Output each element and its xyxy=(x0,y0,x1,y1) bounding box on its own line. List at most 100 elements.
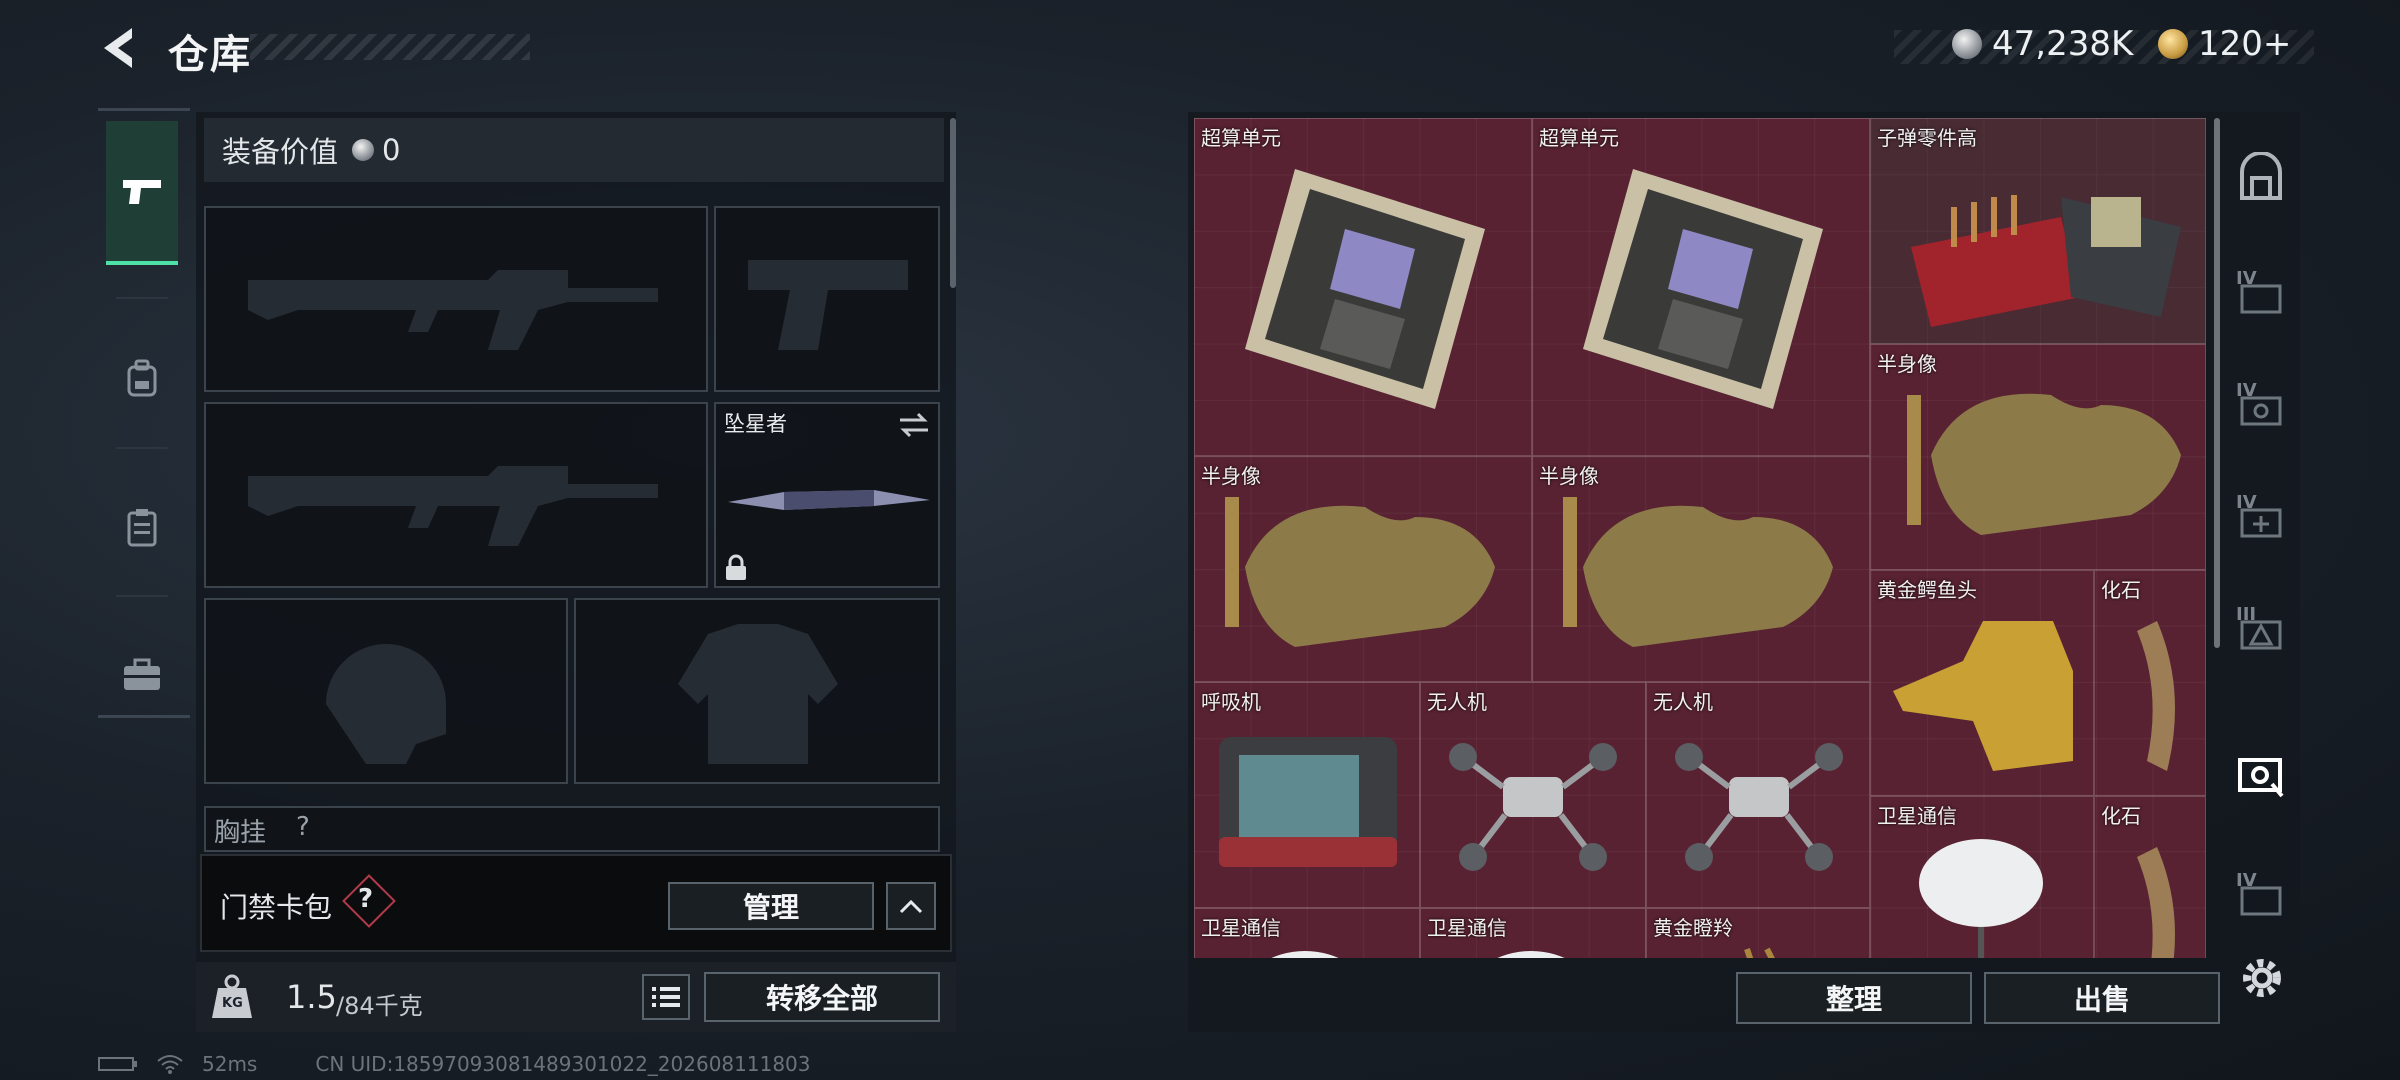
chest-rig-label: 胸挂 xyxy=(214,818,267,848)
storage-grid: 超算单元 超算单元 子弹零件高 半身像 半身像 半身像 黄金鳄鱼头 化石 呼吸机… xyxy=(1194,118,2206,958)
rail-divider xyxy=(116,297,168,299)
weight-unit-badge: KG xyxy=(222,996,243,1011)
collapse-button[interactable] xyxy=(886,882,936,930)
page-title: 仓库 xyxy=(168,32,252,78)
tab-weapons[interactable] xyxy=(106,121,178,265)
left-category-rail xyxy=(98,108,190,718)
tab-case[interactable] xyxy=(106,605,178,745)
clipboard-icon xyxy=(127,509,157,547)
primary-weapon-slot-1[interactable] xyxy=(204,206,708,392)
tab-backpack[interactable] xyxy=(106,309,178,449)
storage-item[interactable]: 半身像 xyxy=(1532,456,1870,682)
equipment-value-bar: 装备价值 0 xyxy=(204,118,944,182)
gold-gazelle-icon xyxy=(1744,947,1775,958)
max-weight: /84千克 xyxy=(336,992,423,1020)
manage-button[interactable]: 管理 xyxy=(668,882,874,930)
capacity-bar: KG 1.5 /84千克 转移全部 xyxy=(196,962,956,1032)
item-name: 无人机 xyxy=(1653,690,1713,714)
melee-slot[interactable]: 坠星者 xyxy=(714,402,940,588)
armor-silhouette-icon xyxy=(678,624,838,764)
item-name: 超算单元 xyxy=(1201,126,1281,150)
storage-item[interactable]: 黄金鳄鱼头 xyxy=(1870,570,2094,796)
primary-weapon-slot-2[interactable] xyxy=(204,402,708,588)
storage-item[interactable]: 呼吸机 xyxy=(1194,682,1420,908)
sort-button[interactable]: 整理 xyxy=(1736,972,1972,1024)
keycard-pack-help[interactable]: ? xyxy=(358,884,373,914)
keycard-pack-label: 门禁卡包 xyxy=(220,891,333,924)
safe-box-active-icon xyxy=(2238,758,2284,798)
gold-triangle-coin-icon xyxy=(2158,29,2188,59)
pistol-silhouette-icon xyxy=(748,260,908,350)
item-name: 半身像 xyxy=(1877,352,1937,376)
equipment-value-label: 装备价值 xyxy=(222,135,339,169)
equipment-value: 0 xyxy=(382,133,401,167)
gold-crocodile-head-icon xyxy=(1893,621,2073,771)
storage-item[interactable]: 无人机 xyxy=(1646,682,1870,908)
fossil-claw-icon xyxy=(2137,621,2175,771)
storage-item[interactable]: 半身像 xyxy=(1194,456,1532,682)
storage-item[interactable]: 化石 xyxy=(2094,570,2206,796)
circuit-board-icon xyxy=(1245,169,1485,409)
current-weight: 1.5 xyxy=(286,978,337,1016)
chest-rig-slot[interactable]: 胸挂 ? xyxy=(204,806,940,852)
storage-item[interactable]: 半身像 xyxy=(1870,344,2206,570)
storage-tab-4-icon[interactable]: IV xyxy=(2236,268,2286,318)
storage-scrollbar[interactable] xyxy=(2214,118,2220,648)
weight-icon: KG xyxy=(210,974,254,1020)
bust-statue-icon xyxy=(1907,393,2181,535)
loadout-scrollbar[interactable] xyxy=(950,118,956,288)
item-name: 卫星通信 xyxy=(1201,916,1281,940)
back-button[interactable] xyxy=(98,24,142,72)
storage-item[interactable]: 无人机 xyxy=(1420,682,1646,908)
storage-item[interactable]: 卫星通信 xyxy=(1420,908,1646,958)
keycard-pack-bar: 门禁卡包 ? 管理 xyxy=(200,854,952,952)
sidearm-slot[interactable] xyxy=(714,206,940,392)
storage-item[interactable]: 黄金瞪羚 xyxy=(1646,908,1870,958)
list-icon xyxy=(652,987,680,1007)
status-bar: 52ms CN UID:18597093081489301022_2026081… xyxy=(98,1052,811,1076)
storage-tab-4-safe-icon[interactable]: IV xyxy=(2236,380,2286,430)
storage-tab-4b-icon[interactable]: IV xyxy=(2236,870,2286,920)
tab-level-label: IV xyxy=(2236,870,2257,891)
transfer-all-button[interactable]: 转移全部 xyxy=(704,972,940,1022)
list-view-button[interactable] xyxy=(642,974,690,1020)
settings-button[interactable] xyxy=(2238,954,2286,1006)
storage-tab-3-icon[interactable]: III xyxy=(2236,604,2286,654)
item-name: 黄金鳄鱼头 xyxy=(1877,578,1977,602)
tab-vest[interactable] xyxy=(106,457,178,597)
storage-item[interactable]: 子弹零件高 xyxy=(1870,118,2206,344)
storage-item[interactable]: 卫星通信 xyxy=(1194,908,1420,958)
item-name: 超算单元 xyxy=(1539,126,1619,150)
knife-icon xyxy=(728,490,930,510)
satellite-dish-icon xyxy=(1919,839,2043,958)
helmet-slot[interactable] xyxy=(204,598,568,784)
tab-level-label: III xyxy=(2236,604,2257,625)
armor-slot[interactable] xyxy=(574,598,940,784)
wifi-icon xyxy=(157,1055,183,1074)
melee-name: 坠星者 xyxy=(724,412,787,436)
satellite-dish-icon xyxy=(1271,951,1339,958)
item-name: 卫星通信 xyxy=(1877,804,1957,828)
lock-icon xyxy=(726,554,746,580)
item-name: 卫星通信 xyxy=(1427,916,1507,940)
uid-text: CN UID:18597093081489301022_202608111803 xyxy=(315,1052,811,1076)
swap-arrows-icon[interactable] xyxy=(898,412,930,438)
storage-item[interactable]: 超算单元 xyxy=(1194,118,1532,456)
currency-gold[interactable]: 120+ xyxy=(2158,24,2291,64)
ammo-parts-icon xyxy=(1911,195,2181,327)
sell-button[interactable]: 出售 xyxy=(1984,972,2220,1024)
storage-item[interactable]: 化石 xyxy=(2094,796,2206,958)
drone-icon xyxy=(1449,743,1617,871)
locker-icon[interactable] xyxy=(2236,152,2286,202)
title-decoration xyxy=(250,34,530,60)
chevron-up-icon xyxy=(899,899,923,914)
storage-tab-active-icon[interactable] xyxy=(2236,750,2286,800)
bust-statue-icon xyxy=(1225,497,1495,647)
currency-silver[interactable]: 47,238K xyxy=(1952,24,2133,64)
ping-value: 52ms xyxy=(202,1052,258,1076)
storage-item[interactable]: 卫星通信 xyxy=(1870,796,2094,958)
bust-statue-icon xyxy=(1563,497,1833,647)
storage-item[interactable]: 超算单元 xyxy=(1532,118,1870,456)
item-name: 半身像 xyxy=(1201,464,1261,488)
storage-tab-4-plus-icon[interactable]: IV xyxy=(2236,492,2286,542)
